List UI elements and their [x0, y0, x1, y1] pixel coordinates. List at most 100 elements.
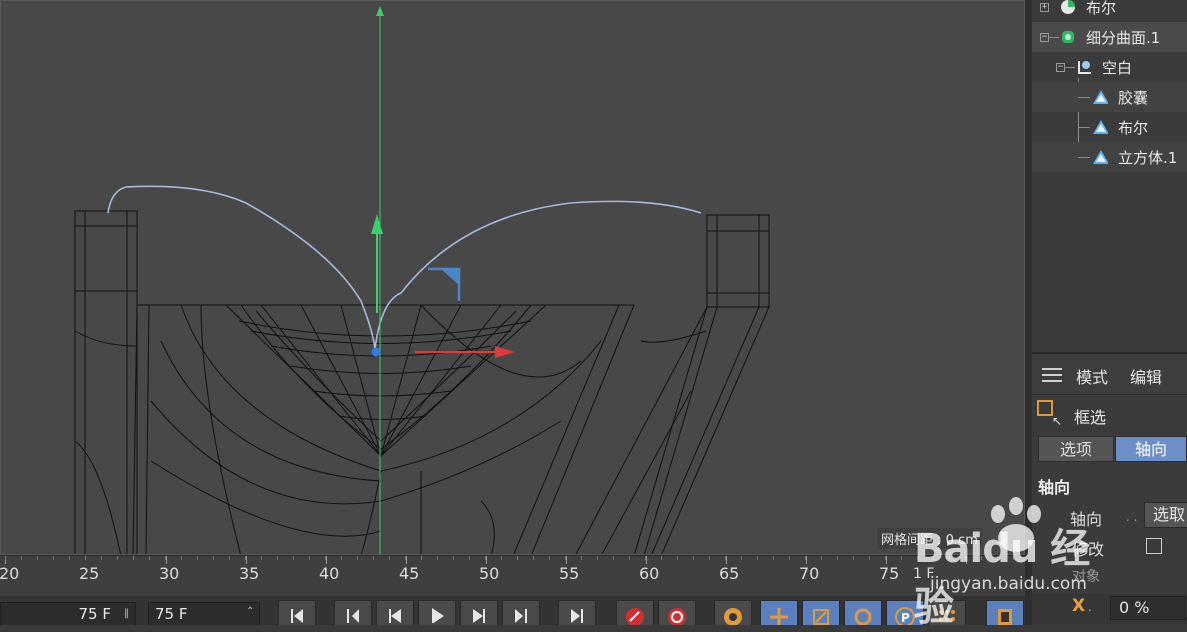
tick-minor: [645, 556, 646, 560]
film-icon: [998, 609, 1012, 625]
coord-x-input[interactable]: 0 %: [1110, 596, 1186, 620]
key-move-button[interactable]: [760, 600, 798, 625]
tick-minor: [517, 556, 518, 560]
skip-end-icon: [571, 609, 583, 623]
tick-minor: [741, 556, 742, 560]
tick-minor: [245, 556, 246, 560]
tick-minor: [309, 556, 310, 560]
timeline-ruler[interactable]: 20 25 30 35 40 45 50 55 60 65 70 75 1 F: [0, 555, 1025, 596]
tick-minor: [565, 556, 566, 560]
expand-icon[interactable]: +: [1040, 3, 1049, 12]
object-field-label: 对象: [1072, 569, 1100, 585]
tick-minor: [789, 556, 790, 560]
object-item-cube[interactable]: 立方体.1: [1032, 142, 1187, 172]
tick-minor: [1013, 556, 1014, 560]
tick-minor: [69, 556, 70, 560]
menu-mode[interactable]: 模式: [1076, 364, 1108, 388]
key-points-button[interactable]: [928, 600, 966, 625]
key-scale-button[interactable]: [802, 600, 840, 625]
tick-minor: [837, 556, 838, 560]
tick-minor: [421, 556, 422, 560]
tick-minor: [501, 556, 502, 560]
tick-minor: [885, 556, 886, 560]
tick-minor: [341, 556, 342, 560]
tick-minor: [181, 556, 182, 560]
tick-minor: [293, 556, 294, 560]
prev-key-button[interactable]: [334, 600, 372, 625]
tick-minor: [805, 556, 806, 560]
tick-minor: [389, 556, 390, 560]
tick-minor: [629, 556, 630, 560]
prev-frame-button[interactable]: [376, 600, 414, 625]
tick-label: 20: [0, 564, 20, 583]
object-item-capsule[interactable]: 胶囊: [1032, 82, 1187, 112]
go-to-start-button[interactable]: [278, 600, 316, 625]
tick-label: 55: [559, 564, 580, 583]
menu-icon[interactable]: [1042, 368, 1062, 382]
spline-curve[interactable]: [107, 185, 702, 350]
transport-bar: 75 F ‖ 75 F ⌃ P: [0, 596, 1025, 625]
tick-minor: [357, 556, 358, 560]
tick-major: [246, 556, 247, 564]
tick-minor: [21, 556, 22, 560]
tick-minor: [325, 556, 326, 560]
object-item-boole[interactable]: + 布尔: [1032, 0, 1187, 22]
tick-minor: [277, 556, 278, 560]
tick-minor: [85, 556, 86, 560]
coord-axis-label: X: [1072, 596, 1086, 616]
tool-header: ↖ 框选: [1032, 396, 1187, 430]
object-item-subdivision-surface[interactable]: − 细分曲面.1: [1032, 22, 1187, 52]
spinner-icon[interactable]: ‖: [124, 608, 129, 619]
axis-select-button[interactable]: 选取: [1144, 502, 1187, 528]
tick-minor: [965, 556, 966, 560]
tick-minor: [917, 556, 918, 560]
rotate-icon: [854, 608, 872, 625]
start-frame-field[interactable]: 75 F: [0, 602, 136, 625]
tick-major: [326, 556, 327, 564]
tick-major: [566, 556, 567, 564]
film-button[interactable]: [986, 600, 1024, 625]
play-button[interactable]: [418, 600, 456, 625]
spinner-up-icon[interactable]: ⌃: [246, 606, 254, 617]
tick-label: 40: [319, 564, 340, 583]
pivot-point[interactable]: [371, 347, 381, 357]
tick-major: [406, 556, 407, 564]
modify-checkbox[interactable]: [1146, 538, 1162, 554]
end-frame-field[interactable]: 75 F: [148, 602, 260, 625]
tick-minor: [165, 556, 166, 560]
tab-axis[interactable]: 轴向: [1115, 436, 1187, 462]
tick-minor: [757, 556, 758, 560]
tick-major: [806, 556, 807, 564]
tick-minor: [229, 556, 230, 560]
go-to-end-button[interactable]: [558, 600, 596, 625]
tick-minor: [581, 556, 582, 560]
key-settings-button[interactable]: [714, 600, 752, 625]
tick-label: 75: [879, 564, 900, 583]
auto-key-button[interactable]: [658, 600, 696, 625]
tick-minor: [709, 556, 710, 560]
tick-minor: [469, 556, 470, 560]
skip-start-icon: [291, 609, 303, 623]
key-rotate-button[interactable]: [844, 600, 882, 625]
next-frame-button[interactable]: [460, 600, 498, 625]
tab-options[interactable]: 选项: [1038, 436, 1114, 462]
section-title: 轴向: [1038, 478, 1071, 497]
3d-viewport[interactable]: 网格间距 : 0 cm: [0, 0, 1025, 555]
tick-minor: [933, 556, 934, 560]
tick-minor: [693, 556, 694, 560]
collapse-icon[interactable]: −: [1056, 63, 1065, 72]
object-item-boole-child[interactable]: 布尔: [1032, 112, 1187, 142]
object-label: 布尔: [1086, 0, 1117, 17]
record-key-button[interactable]: [616, 600, 654, 625]
tick-minor: [725, 556, 726, 560]
object-label: 立方体.1: [1118, 148, 1178, 167]
collapse-icon[interactable]: −: [1040, 33, 1049, 42]
panel-splitter[interactable]: [1025, 0, 1032, 625]
next-frame-icon: [473, 609, 485, 623]
object-item-null[interactable]: − 空白: [1032, 52, 1187, 82]
next-key-button[interactable]: [502, 600, 540, 625]
attribute-manager: 模式 编辑 ↖ 框选 选项 轴向 轴向 轴向 . . 选取 修改 对象 X . …: [1032, 354, 1187, 625]
field-dot: .: [1088, 600, 1092, 614]
key-param-button[interactable]: P: [886, 600, 924, 625]
menu-edit[interactable]: 编辑: [1130, 364, 1162, 388]
